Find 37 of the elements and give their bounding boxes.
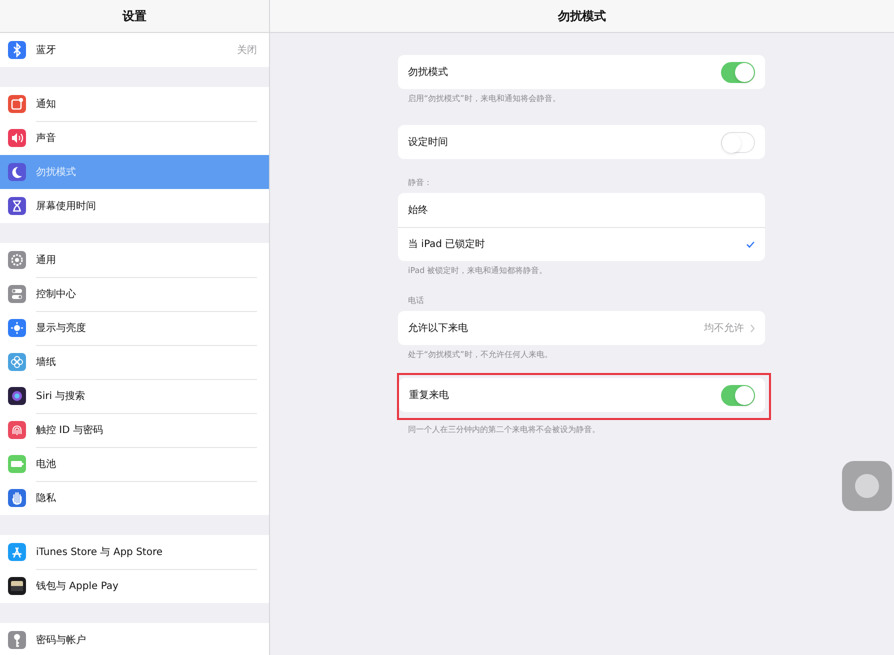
status-value: 关闭 (237, 44, 257, 58)
link-row[interactable]: 允许以下来电 均不允许 (398, 311, 765, 345)
battery-icon (8, 455, 26, 473)
gear-icon (8, 251, 26, 269)
notification-icon (8, 95, 26, 113)
section-footer: 处于“勿扰模式”时，不允许任何人来电。 (398, 345, 765, 361)
chevron-icon (750, 324, 755, 332)
hourglass-icon (8, 197, 26, 215)
row-label: 勿扰模式 (408, 66, 449, 80)
toggle-switch[interactable] (721, 384, 755, 406)
sun-icon (8, 319, 26, 337)
moon-icon (8, 163, 26, 181)
assistive-touch-button[interactable] (842, 461, 892, 511)
speaker-icon (8, 129, 26, 147)
option-row[interactable]: 始终 (398, 193, 765, 227)
page-title: 勿扰模式 (558, 8, 606, 25)
key-icon (8, 631, 26, 649)
bluetooth-icon (8, 41, 26, 59)
row-label: 重复来电 (409, 388, 450, 402)
a-shape-icon (8, 543, 26, 561)
wallet-icon (8, 577, 26, 595)
sidebar-title: 设置 (122, 8, 146, 25)
orb-icon (8, 387, 26, 405)
section-header: 静音： (407, 177, 433, 189)
checkmark-icon (746, 241, 755, 248)
fingerprint-icon (8, 421, 26, 439)
row-label: 设定时间 (408, 136, 449, 150)
toggle-switch[interactable] (721, 132, 755, 152)
toggle-switch[interactable] (721, 62, 755, 82)
section-footer: iPad 被锁定时，来电和通知都将静音。 (398, 261, 765, 277)
hand-icon (8, 489, 26, 507)
option-row[interactable]: 当 iPad 已锁定时 (398, 227, 765, 261)
section-header: 电话 (407, 295, 425, 307)
switches-icon (8, 285, 26, 303)
flower-icon (8, 353, 26, 371)
section-footer: 同一个人在三分钟内的第二个来电将不会被设为静音。 (398, 420, 765, 436)
section-footer: 启用“勿扰模式”时，来电和通知将会静音。 (398, 89, 765, 105)
